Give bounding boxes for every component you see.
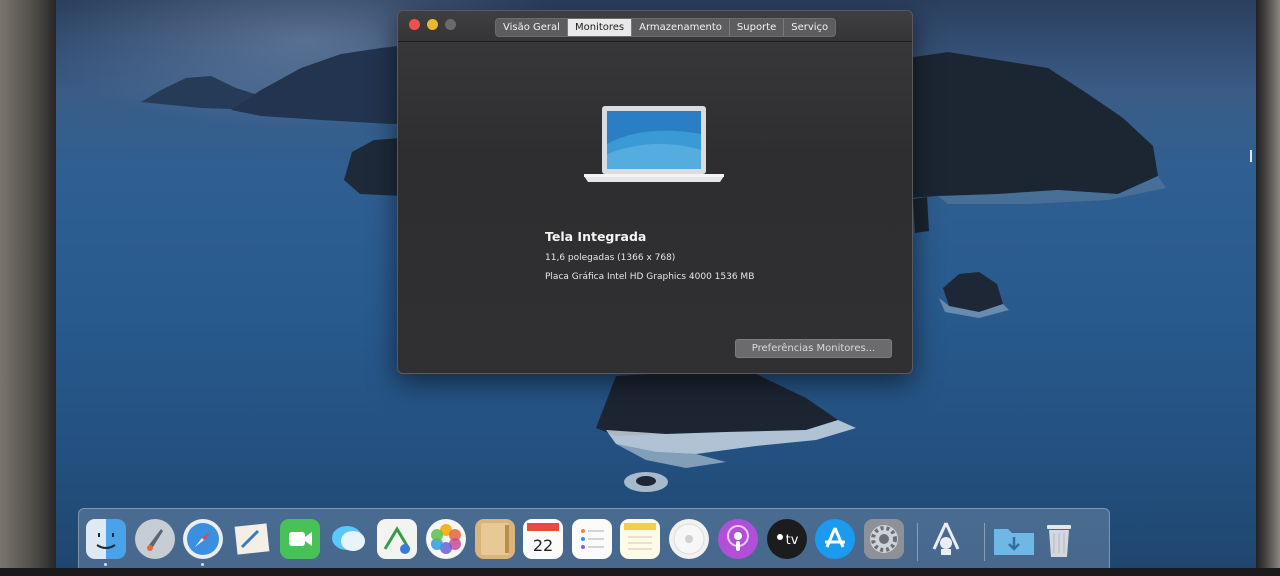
window-titlebar[interactable]: Visão Geral Monitores Armazenamento Supo… [398,11,912,42]
zoom-button [445,19,456,30]
monitor-bezel-left [0,0,62,576]
tab-service[interactable]: Serviço [784,19,835,36]
close-button[interactable] [409,19,420,30]
svg-text:22: 22 [533,536,553,555]
contacts-icon[interactable] [475,519,515,559]
running-indicator [104,563,107,566]
finder-icon[interactable] [86,519,126,559]
app-store-icon[interactable] [815,519,855,559]
trash-icon[interactable] [1039,519,1079,559]
wallpaper-rock-right [908,48,1168,208]
notes-icon[interactable] [620,519,660,559]
display-resolution: 11,6 polegadas (1366 x 768) [545,253,676,263]
dock: 22 tv [78,508,1110,570]
safari-icon[interactable] [183,519,223,559]
macbook-air-icon [584,104,724,188]
tab-displays[interactable]: Monitores [567,19,633,36]
reminders-icon[interactable] [572,519,612,559]
tab-support[interactable]: Suporte [730,19,785,36]
maps-icon[interactable] [377,519,417,559]
display-preferences-button[interactable]: Preferências Monitores... [735,339,892,358]
facetime-icon[interactable] [280,519,320,559]
tab-bar: Visão Geral Monitores Armazenamento Supo… [495,18,837,37]
apple-tv-label: tv [786,533,799,548]
text-cursor [1250,150,1252,162]
launchpad-icon[interactable] [135,519,175,559]
about-this-mac-window: Visão Geral Monitores Armazenamento Supo… [397,10,913,374]
minimize-button[interactable] [427,19,438,30]
utility-tool-icon[interactable] [926,519,966,559]
mail-icon[interactable] [232,519,272,559]
tab-storage[interactable]: Armazenamento [632,19,730,36]
display-name: Tela Integrada [545,229,647,244]
monitor-bezel-bottom [0,568,1280,576]
wallpaper-rock-islet [939,268,1009,318]
podcasts-icon[interactable] [718,519,758,559]
tab-overview[interactable]: Visão Geral [496,19,568,36]
messages-icon[interactable] [329,519,369,559]
dock-separator [917,523,918,561]
wallpaper-rock-small [911,195,931,235]
apple-tv-icon[interactable]: tv [767,519,807,559]
graphics-card-info: Placa Gráfica Intel HD Graphics 4000 153… [545,272,755,282]
system-preferences-icon[interactable] [864,519,904,559]
wallpaper-rock-center [576,368,866,488]
dock-separator [984,523,985,561]
photos-icon[interactable] [426,519,466,559]
running-indicator [201,563,204,566]
calendar-icon[interactable]: 22 [523,519,563,559]
monitor-bezel-right [1252,0,1280,576]
downloads-folder-icon[interactable] [992,519,1034,559]
wallpaper-surf [622,468,672,498]
music-icon[interactable] [669,519,709,559]
